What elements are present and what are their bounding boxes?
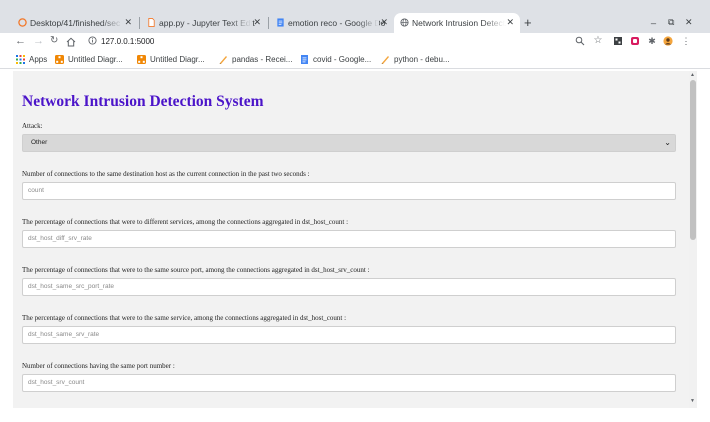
browser-toolbar: ← → ↻ 127.0.0.1:5000 ☆ ✱ ⋮ bbox=[0, 33, 710, 50]
bookmark-pandas[interactable]: pandas - Recei... bbox=[232, 55, 292, 64]
minimize-button[interactable]: _ bbox=[651, 14, 656, 24]
tab-emotion-reco[interactable]: emotion reco - Google Do ✕ bbox=[270, 13, 394, 33]
chevron-down-icon: ⌄ bbox=[664, 138, 671, 147]
page-scrollbar[interactable]: ▲ ▼ bbox=[689, 71, 697, 408]
extensions-puzzle-icon[interactable]: ✱ bbox=[647, 36, 657, 46]
bookmarks-bar: Apps Untitled Diagr... Untitled Diagr...… bbox=[0, 51, 710, 69]
close-tab-icon[interactable]: ✕ bbox=[124, 17, 132, 28]
dst-host-same-srv-rate-input[interactable]: dst_host_same_srv_rate bbox=[22, 326, 676, 344]
scrollbar-thumb[interactable] bbox=[690, 80, 696, 240]
tab-network-intrusion[interactable]: Network Intrusion Detect ✕ bbox=[394, 13, 520, 33]
profile-avatar-icon[interactable] bbox=[663, 36, 673, 46]
field-label-count: Number of connections to the same destin… bbox=[22, 170, 310, 178]
close-tab-icon[interactable]: ✕ bbox=[380, 17, 388, 28]
drawio-icon bbox=[55, 55, 64, 64]
reload-icon[interactable]: ↻ bbox=[50, 34, 58, 48]
scroll-down-arrow-icon[interactable]: ▼ bbox=[690, 398, 695, 404]
bookmark-covid[interactable]: covid - Google... bbox=[313, 55, 371, 64]
docs-icon bbox=[301, 55, 308, 64]
extension-icon[interactable] bbox=[613, 36, 623, 46]
attack-label: Attack: bbox=[22, 122, 43, 130]
info-icon[interactable] bbox=[88, 36, 97, 45]
bookmark-apps[interactable]: Apps bbox=[29, 55, 47, 64]
pocket-icon[interactable] bbox=[630, 36, 640, 46]
docs-icon bbox=[277, 18, 284, 27]
dst-host-srv-count-input[interactable]: dst_host_srv_count bbox=[22, 374, 676, 392]
file-icon bbox=[148, 18, 155, 27]
field-label-dst-host-same-src-port-rate: The percentage of connections that were … bbox=[22, 266, 370, 274]
globe-icon bbox=[400, 18, 409, 27]
restore-button[interactable]: ⧉ bbox=[668, 17, 674, 28]
address-bar[interactable]: 127.0.0.1:5000 bbox=[101, 37, 154, 46]
bookmark-star-icon[interactable]: ☆ bbox=[593, 36, 603, 46]
drawio-icon bbox=[137, 55, 146, 64]
bookmark-untitled-diagram-2[interactable]: Untitled Diagr... bbox=[150, 55, 205, 64]
bookmark-python-debug[interactable]: python - debu... bbox=[394, 55, 450, 64]
python-icon bbox=[381, 56, 389, 64]
forward-arrow-icon[interactable]: → bbox=[33, 34, 44, 48]
jupyter-icon bbox=[18, 18, 27, 27]
dst-host-diff-srv-rate-input[interactable]: dst_host_diff_srv_rate bbox=[22, 230, 676, 248]
tab-strip: Desktop/41/finished/sec ✕ app.py - Jupyt… bbox=[0, 0, 710, 33]
attack-select[interactable]: Other ⌄ bbox=[22, 134, 676, 152]
apps-grid-icon bbox=[16, 55, 25, 64]
count-input[interactable]: count bbox=[22, 182, 676, 200]
tab-jupyter-desktop[interactable]: Desktop/41/finished/sec ✕ bbox=[12, 13, 138, 33]
tab-app-py[interactable]: app.py - Jupyter Text Edit ✕ bbox=[141, 13, 267, 33]
page-viewport: Network Intrusion Detection System Attac… bbox=[13, 71, 689, 408]
field-label-dst-host-diff-srv-rate: The percentage of connections that were … bbox=[22, 218, 349, 226]
attack-selected-value: Other bbox=[31, 139, 48, 146]
close-window-button[interactable]: ✕ bbox=[685, 17, 693, 28]
back-arrow-icon[interactable]: ← bbox=[15, 34, 26, 48]
dst-host-same-src-port-rate-input[interactable]: dst_host_same_src_port_rate bbox=[22, 278, 676, 296]
python-icon bbox=[219, 56, 227, 64]
menu-kebab-icon[interactable]: ⋮ bbox=[681, 36, 691, 46]
field-label-dst-host-same-srv-rate: The percentage of connections that were … bbox=[22, 314, 347, 322]
close-tab-icon[interactable]: ✕ bbox=[253, 17, 261, 28]
close-tab-icon[interactable]: ✕ bbox=[506, 17, 514, 28]
field-label-dst-host-srv-count: Number of connections having the same po… bbox=[22, 362, 175, 370]
new-tab-button[interactable]: + bbox=[524, 16, 532, 29]
bookmark-untitled-diagram-1[interactable]: Untitled Diagr... bbox=[68, 55, 123, 64]
page-title: Network Intrusion Detection System bbox=[22, 93, 264, 110]
home-icon[interactable] bbox=[66, 37, 76, 47]
scroll-up-arrow-icon[interactable]: ▲ bbox=[690, 72, 695, 78]
zoom-search-icon[interactable] bbox=[575, 36, 585, 46]
